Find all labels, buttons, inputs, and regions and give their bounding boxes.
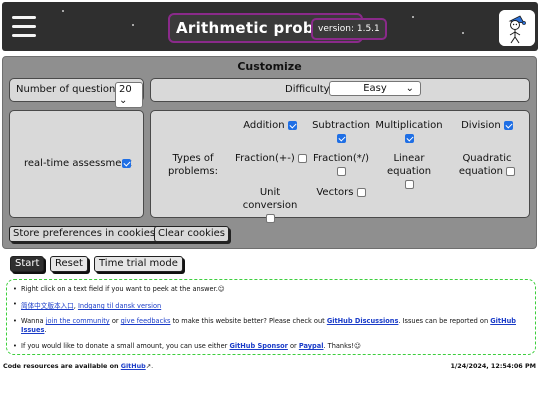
num-questions-label: Number of questions [16, 84, 121, 95]
snowflake [462, 32, 464, 34]
fraction-muldiv-checkbox[interactable] [336, 166, 346, 176]
option-fraction-addsub[interactable]: Fraction(+-) [233, 152, 309, 165]
option-linear-equation[interactable]: Linear equation [373, 152, 445, 191]
reset-button[interactable]: Reset [50, 256, 88, 272]
problem-types-box: Types of problems: Addition Subtraction … [150, 110, 530, 223]
num-questions-box: Number of questions 20 ⌄ [9, 78, 144, 108]
realtime-label: real-time assessment [24, 158, 132, 169]
github-sponsor-link[interactable]: GitHub Sponsor [229, 342, 287, 350]
time-trial-button[interactable]: Time trial mode [94, 256, 183, 272]
difficulty-select[interactable]: Easy ⌄ [329, 81, 421, 96]
difficulty-box: Difficulty Easy ⌄ [150, 78, 530, 102]
realtime-box: real-time assessment [9, 110, 144, 218]
give-feedback-link[interactable]: give feedbacks [121, 317, 171, 325]
danish-version-link[interactable]: Indgang til dansk version [78, 302, 161, 310]
info-box: Right click on a text field if you want … [6, 279, 536, 355]
info-text: or [109, 317, 121, 325]
option-label: Addition [243, 120, 285, 131]
subtraction-checkbox[interactable] [336, 133, 346, 143]
start-button[interactable]: Start [10, 256, 45, 272]
option-label: Division [461, 120, 501, 131]
version-badge: version: 1.5.1 [311, 18, 387, 40]
join-community-link[interactable]: join the community [46, 317, 110, 325]
snowflake [62, 10, 64, 12]
avatar-icon[interactable] [499, 10, 535, 46]
footer-text: . [151, 362, 154, 370]
smiley-icon: ☺ [217, 285, 225, 293]
division-checkbox[interactable] [503, 120, 513, 130]
footer-code-resources: Code resources are available on GitHub↗. [3, 362, 153, 370]
github-link[interactable]: GitHub [121, 362, 146, 370]
info-text: . [44, 326, 47, 334]
info-text: or [287, 342, 299, 350]
num-questions-select[interactable]: 20 ⌄ [115, 82, 143, 108]
option-label: Linear equation [386, 153, 432, 177]
option-label: Subtraction [312, 120, 370, 131]
footer-datetime: 1/24/2024, 12:54:06 PM [450, 362, 536, 370]
github-discussions-link[interactable]: GitHub Discussions [327, 317, 399, 325]
paypal-link[interactable]: Paypal [299, 342, 324, 350]
multiplication-checkbox[interactable] [404, 133, 414, 143]
snowflake [412, 16, 414, 18]
unit-conversion-checkbox[interactable] [265, 213, 275, 223]
option-multiplication[interactable]: Multiplication [373, 119, 445, 145]
option-label: Fraction(*/) [312, 153, 370, 164]
header-bar: Arithmetic problems version: 1.5.1 [2, 2, 538, 51]
customize-title: Customize [237, 60, 302, 73]
info-item: 简体中文版本入口, Indgang til dansk version [13, 300, 161, 310]
chevron-down-icon: ⌄ [405, 83, 414, 94]
option-label: Vectors [316, 187, 354, 198]
option-division[interactable]: Division [447, 119, 527, 132]
clear-cookies-button[interactable]: Clear cookies [154, 226, 229, 242]
info-item: If you would like to donate a small amou… [13, 342, 361, 350]
option-subtraction[interactable]: Subtraction [309, 119, 373, 145]
realtime-checkbox[interactable] [122, 159, 131, 168]
option-unit-conversion[interactable]: Unit conversion [239, 186, 301, 225]
info-text: If you would like to donate a small amou… [21, 342, 230, 350]
snowflake [132, 24, 134, 26]
difficulty-label: Difficulty [285, 84, 330, 95]
option-label: Unit conversion [242, 187, 298, 211]
option-label: Quadratic equation [458, 153, 512, 177]
vectors-checkbox[interactable] [356, 187, 366, 197]
store-preferences-button[interactable]: Store preferences in cookies [9, 226, 160, 242]
info-item: Right click on a text field if you want … [13, 285, 225, 293]
option-addition[interactable]: Addition [231, 119, 309, 132]
linear-equation-checkbox[interactable] [404, 179, 414, 189]
info-text: . Issues can be reported on [398, 317, 491, 325]
types-label: Types of problems: [168, 153, 218, 177]
option-quadratic-equation[interactable]: Quadratic equation [457, 152, 517, 178]
info-item: Wanna join the community or give feedbac… [13, 317, 516, 335]
hamburger-menu-icon[interactable] [12, 13, 36, 39]
info-text: Wanna [21, 317, 46, 325]
info-text: to make this website better? Please chec… [170, 317, 327, 325]
option-label: Fraction(+-) [235, 153, 295, 164]
quadratic-equation-checkbox[interactable] [506, 166, 516, 176]
option-label: Multiplication [375, 120, 443, 131]
addition-checkbox[interactable] [287, 120, 297, 130]
customize-panel: Customize Number of questions 20 ⌄ Diffi… [2, 56, 537, 249]
fraction-addsub-checkbox[interactable] [297, 153, 307, 163]
info-text: Right click on a text field if you want … [21, 285, 218, 293]
option-fraction-muldiv[interactable]: Fraction(*/) [309, 152, 373, 178]
info-text: . Thanks!☺ [323, 342, 361, 350]
chinese-version-link[interactable]: 简体中文版本入口 [21, 302, 74, 310]
footer-text: Code resources are available on [3, 362, 121, 370]
option-vectors[interactable]: Vectors [313, 186, 369, 199]
difficulty-value: Easy [363, 83, 387, 94]
chevron-down-icon: ⌄ [119, 95, 128, 106]
num-questions-value: 20 [119, 84, 132, 95]
